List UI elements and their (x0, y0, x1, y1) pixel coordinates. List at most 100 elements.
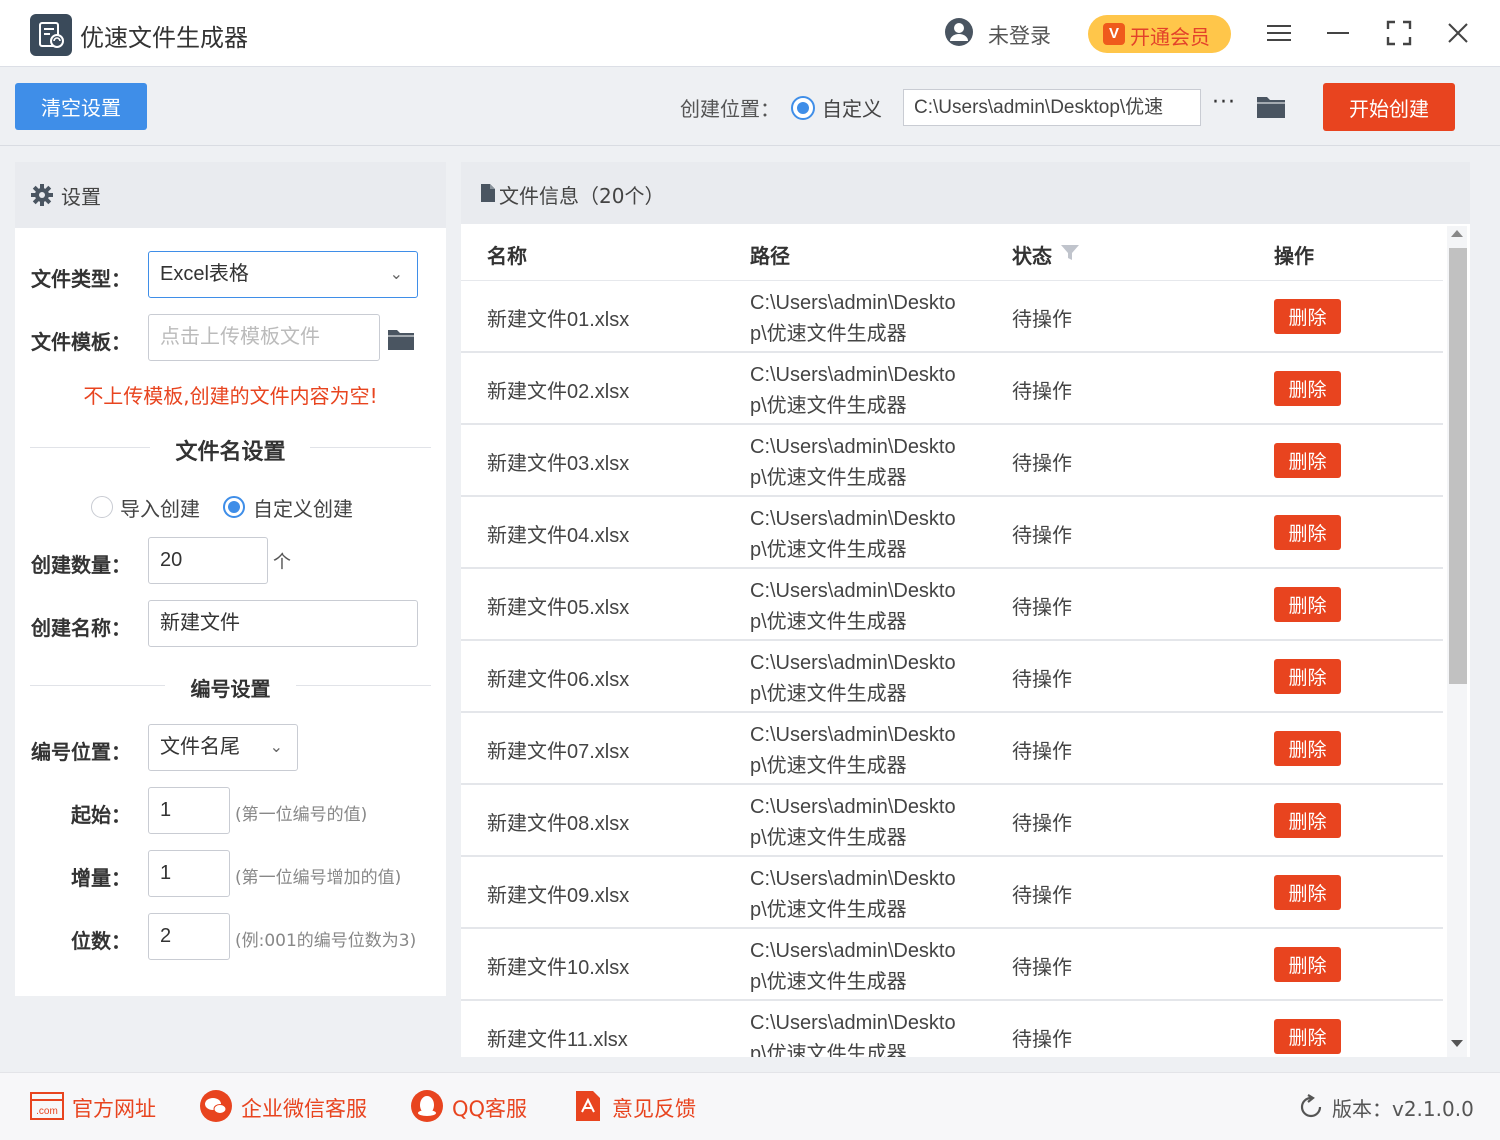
template-input[interactable]: 点击上传模板文件 (148, 314, 380, 361)
cell-status: 待操作 (1012, 667, 1072, 691)
start-label: 起始： (71, 803, 131, 827)
website-icon: .com (30, 1092, 64, 1120)
toolbar: 清空设置 创建位置： 自定义 C:\Users\admin\Desktop\优速… (0, 68, 1500, 146)
location-custom-label[interactable]: 自定义 (822, 93, 882, 122)
cell-file-path: C:\Users\admin\Desktop\优速文件生成器 (750, 1012, 956, 1057)
maximize-icon[interactable] (1384, 18, 1414, 48)
filename-section-title: 文件名设置 (175, 440, 286, 465)
table-row: 新建文件11.xlsx C:\Users\admin\Desktop\优速文件生成… (461, 1001, 1443, 1057)
file-table-body: 新建文件01.xlsx C:\Users\admin\Desktop\优速文件生成… (461, 281, 1443, 1057)
delete-button[interactable]: 删除 (1274, 443, 1341, 478)
count-label: 创建数量： (31, 553, 131, 577)
feedback-icon (576, 1091, 600, 1121)
login-link[interactable]: 未登录 (988, 20, 1051, 50)
location-path-input[interactable]: C:\Users\admin\Desktop\优速 (903, 89, 1201, 126)
delete-button[interactable]: 删除 (1274, 371, 1341, 406)
filter-icon[interactable] (1061, 245, 1079, 261)
delete-button[interactable]: 删除 (1274, 947, 1341, 982)
position-label: 编号位置： (31, 740, 131, 764)
import-create-label[interactable]: 导入创建 (120, 493, 200, 522)
cell-file-path: C:\Users\admin\Desktop\优速文件生成器 (750, 652, 956, 705)
table-row: 新建文件09.xlsx C:\Users\admin\Desktop\优速文件生成… (461, 857, 1443, 929)
scrollbar-thumb[interactable] (1449, 248, 1467, 684)
digits-input[interactable]: 2 (148, 913, 230, 960)
start-input[interactable]: 1 (148, 787, 230, 834)
clear-settings-button[interactable]: 清空设置 (15, 83, 147, 130)
cell-file-name: 新建文件06.xlsx (487, 669, 630, 691)
delete-button[interactable]: 删除 (1274, 803, 1341, 838)
file-info-panel: 文件信息（20个） 名称 路径 状态 操作 新建文件01.xlsx C:\User… (461, 162, 1470, 1057)
settings-panel: 设置 文件类型： Excel表格 ⌄ 文件模板： 点击上传模板文件 不上传模板,… (15, 162, 446, 996)
table-row: 新建文件10.xlsx C:\Users\admin\Desktop\优速文件生成… (461, 929, 1443, 1001)
scroll-up-icon[interactable] (1451, 230, 1463, 237)
version-label: 版本：v2.1.0.0 (1332, 1097, 1474, 1121)
table-row: 新建文件02.xlsx C:\Users\admin\Desktop\优速文件生成… (461, 353, 1443, 425)
cell-file-path: C:\Users\admin\Desktop\优速文件生成器 (750, 796, 956, 849)
refresh-icon[interactable] (1298, 1094, 1324, 1120)
website-link[interactable]: .com 官方网址 (30, 1073, 160, 1140)
table-row: 新建文件05.xlsx C:\Users\admin\Desktop\优速文件生成… (461, 569, 1443, 641)
template-folder-icon[interactable] (387, 327, 415, 351)
website-icon-text: .com (36, 1106, 58, 1117)
table-row: 新建文件08.xlsx C:\Users\admin\Desktop\优速文件生成… (461, 785, 1443, 857)
column-header-status[interactable]: 状态 (1012, 240, 1052, 269)
step-label: 增量： (71, 866, 131, 890)
cell-status: 待操作 (1012, 307, 1072, 331)
user-avatar-icon[interactable] (944, 17, 974, 47)
feedback-label: 意见反馈 (612, 1097, 696, 1121)
digits-hint: (例:001的编号位数为3) (235, 931, 417, 951)
feedback-link[interactable]: 意见反馈 (574, 1073, 704, 1140)
qq-label: QQ客服 (452, 1097, 528, 1121)
wechat-label: 企业微信客服 (241, 1097, 367, 1121)
cell-file-path: C:\Users\admin\Desktop\优速文件生成器 (750, 940, 956, 993)
qq-service-link[interactable]: QQ客服 (410, 1073, 535, 1140)
vip-badge-icon: V (1103, 23, 1125, 45)
minimize-icon[interactable] (1323, 18, 1353, 48)
cell-status: 待操作 (1012, 739, 1072, 763)
delete-button[interactable]: 删除 (1274, 515, 1341, 550)
file-type-select[interactable]: Excel表格 ⌄ (148, 251, 418, 298)
more-options-button[interactable]: ··· (1212, 90, 1236, 115)
cell-file-name: 新建文件01.xlsx (487, 309, 630, 331)
cell-file-path: C:\Users\admin\Desktop\优速文件生成器 (750, 508, 956, 561)
count-input[interactable]: 20 (148, 537, 268, 584)
custom-create-label[interactable]: 自定义创建 (253, 493, 353, 522)
step-input[interactable]: 1 (148, 850, 230, 897)
cell-file-name: 新建文件09.xlsx (487, 885, 630, 907)
wechat-icon (200, 1090, 232, 1122)
cell-file-name: 新建文件11.xlsx (487, 1029, 628, 1051)
column-header-action: 操作 (1274, 244, 1314, 268)
delete-button[interactable]: 删除 (1274, 875, 1341, 910)
footer: .com 官方网址 企业微信客服 QQ客服 意见反馈 版本：v2.1.0.0 (0, 1072, 1500, 1140)
delete-button[interactable]: 删除 (1274, 587, 1341, 622)
custom-create-radio[interactable] (223, 496, 245, 518)
file-icon (481, 184, 495, 202)
start-create-button[interactable]: 开始创建 (1323, 83, 1455, 131)
digits-label: 位数： (71, 929, 131, 953)
import-create-radio[interactable] (91, 496, 113, 518)
delete-button[interactable]: 删除 (1274, 299, 1341, 334)
start-hint: (第一位编号的值) (235, 805, 368, 825)
close-icon[interactable] (1443, 18, 1473, 48)
vip-button[interactable]: V 开通会员 (1088, 15, 1231, 53)
folder-icon[interactable] (1256, 92, 1286, 120)
delete-button[interactable]: 删除 (1274, 1019, 1341, 1054)
cell-file-path: C:\Users\admin\Desktop\优速文件生成器 (750, 724, 956, 777)
cell-file-path: C:\Users\admin\Desktop\优速文件生成器 (750, 436, 956, 489)
cell-file-name: 新建文件03.xlsx (487, 453, 630, 475)
delete-button[interactable]: 删除 (1274, 659, 1341, 694)
table-row: 新建文件06.xlsx C:\Users\admin\Desktop\优速文件生成… (461, 641, 1443, 713)
column-header-name: 名称 (487, 244, 527, 268)
scroll-down-icon[interactable] (1451, 1040, 1463, 1047)
cell-file-path: C:\Users\admin\Desktop\优速文件生成器 (750, 364, 956, 417)
name-input[interactable]: 新建文件 (148, 600, 418, 647)
gear-icon (31, 184, 53, 206)
cell-file-name: 新建文件10.xlsx (487, 957, 630, 979)
location-custom-radio[interactable] (791, 96, 815, 120)
wechat-service-link[interactable]: 企业微信客服 (199, 1073, 374, 1140)
position-select[interactable]: 文件名尾 ⌄ (148, 724, 298, 771)
file-info-header: 文件信息（20个） (461, 162, 1470, 224)
menu-icon[interactable] (1264, 18, 1294, 48)
chevron-down-icon: ⌄ (389, 266, 403, 283)
delete-button[interactable]: 删除 (1274, 731, 1341, 766)
